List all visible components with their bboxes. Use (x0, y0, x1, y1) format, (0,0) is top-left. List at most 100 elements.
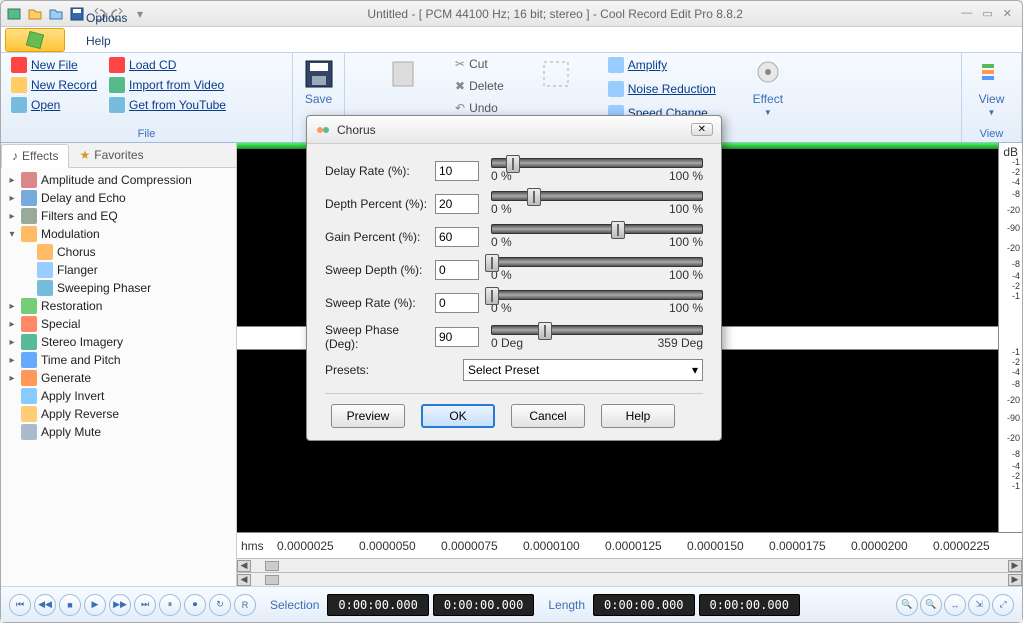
scroll-right-button-2[interactable]: ▶ (1008, 574, 1022, 586)
slider-knob[interactable] (527, 188, 541, 206)
minimize-button[interactable]: — (961, 7, 972, 20)
tree-flanger[interactable]: Flanger (1, 261, 236, 279)
tree-amplitude-and-compression[interactable]: ▸Amplitude and Compression (1, 171, 236, 189)
transport-play[interactable]: ▶ (84, 594, 106, 616)
edit-delete[interactable]: ✖Delete (453, 78, 506, 94)
slider-track[interactable] (491, 224, 703, 234)
dialog-close-button[interactable]: ✕ (691, 123, 713, 136)
maximize-button[interactable]: ▭ (982, 7, 992, 20)
param-input-3[interactable] (435, 260, 479, 280)
tree-toggle-icon[interactable]: ▸ (7, 355, 17, 366)
scroll-left-button-2[interactable]: ◀ (237, 574, 251, 586)
dialog-titlebar[interactable]: Chorus ✕ (307, 116, 721, 144)
transport-skip-start[interactable]: ⏮ (9, 594, 31, 616)
tree-apply-invert[interactable]: Apply Invert (1, 387, 236, 405)
slider-track[interactable] (491, 290, 703, 300)
tree-time-and-pitch[interactable]: ▸Time and Pitch (1, 351, 236, 369)
tree-stereo-imagery[interactable]: ▸Stereo Imagery (1, 333, 236, 351)
param-input-0[interactable] (435, 161, 479, 181)
transport-pause[interactable]: ⏸ (159, 594, 181, 616)
transport-record[interactable]: ⏺ (184, 594, 206, 616)
tree-apply-reverse[interactable]: Apply Reverse (1, 405, 236, 423)
file-get-from-youtube[interactable]: Get from YouTube (107, 96, 228, 114)
side-tab-favorites[interactable]: ★Favorites (69, 143, 153, 167)
scroll-left-button[interactable]: ◀ (237, 560, 251, 572)
tree-toggle-icon[interactable]: ▸ (7, 193, 17, 204)
side-tab-effects[interactable]: ♪Effects (1, 144, 69, 168)
tree-toggle-icon[interactable]: ▸ (7, 211, 17, 222)
tree-delay-and-echo[interactable]: ▸Delay and Echo (1, 189, 236, 207)
tree-toggle-icon[interactable]: ▸ (7, 175, 17, 186)
slider-track[interactable] (491, 191, 703, 201)
file-new-record[interactable]: New Record (9, 76, 99, 94)
edit-undo[interactable]: ↶Undo (453, 100, 506, 116)
cancel-button[interactable]: Cancel (511, 404, 585, 428)
tree-filters-and-eq[interactable]: ▸Filters and EQ (1, 207, 236, 225)
transport-forward[interactable]: ▶▶ (109, 594, 131, 616)
slider-track[interactable] (491, 158, 703, 168)
slider-knob[interactable] (506, 155, 520, 173)
file-import-from-video[interactable]: Import from Video (107, 76, 228, 94)
qat-open-icon[interactable] (26, 5, 44, 23)
scroll-right-button[interactable]: ▶ (1008, 560, 1022, 572)
file-open[interactable]: Open (9, 96, 99, 114)
tree-toggle-icon[interactable]: ▸ (7, 337, 17, 348)
tree-restoration[interactable]: ▸Restoration (1, 297, 236, 315)
tab-options[interactable]: Options (71, 6, 189, 29)
tree-toggle-icon[interactable]: ▸ (7, 373, 17, 384)
effect-dropdown-button[interactable]: Effect ▼ (748, 56, 788, 128)
param-slider-3[interactable]: 0 %100 % (491, 257, 703, 282)
param-slider-4[interactable]: 0 %100 % (491, 290, 703, 315)
tree-chorus[interactable]: Chorus (1, 243, 236, 261)
transport-skip-end[interactable]: ⏭ (134, 594, 156, 616)
tree-toggle-icon[interactable]: ▸ (7, 301, 17, 312)
transport-rewind[interactable]: ◀◀ (34, 594, 56, 616)
effect-amplify[interactable]: Amplify (606, 56, 718, 74)
view-button[interactable]: View ▼ (972, 56, 1012, 128)
slider-knob[interactable] (485, 254, 499, 272)
tree-apply-mute[interactable]: Apply Mute (1, 423, 236, 441)
scroll-thumb-2[interactable] (265, 575, 279, 585)
qat-icon-1[interactable] (5, 5, 23, 23)
horizontal-scrollbar-2[interactable]: ◀ ▶ (237, 572, 1022, 586)
tree-toggle-icon[interactable]: ▸ (7, 319, 17, 330)
app-orb-button[interactable] (5, 28, 65, 52)
zoom-full-button[interactable]: ⤢ (992, 594, 1014, 616)
slider-knob[interactable] (485, 287, 499, 305)
param-input-4[interactable] (435, 293, 479, 313)
param-input-5[interactable] (435, 327, 479, 347)
horizontal-scrollbar[interactable]: ◀ ▶ (237, 558, 1022, 572)
close-button[interactable]: ✕ (1003, 7, 1012, 20)
param-input-1[interactable] (435, 194, 479, 214)
param-slider-5[interactable]: 0 Deg359 Deg (491, 325, 703, 350)
param-slider-0[interactable]: 0 %100 % (491, 158, 703, 183)
slider-knob[interactable] (538, 322, 552, 340)
zoom-in-button[interactable]: 🔍 (896, 594, 918, 616)
param-slider-1[interactable]: 0 %100 % (491, 191, 703, 216)
tree-special[interactable]: ▸Special (1, 315, 236, 333)
zoom-out-button[interactable]: 🔍 (920, 594, 942, 616)
ok-button[interactable]: OK (421, 404, 495, 428)
file-new-file[interactable]: New File (9, 56, 99, 74)
slider-knob[interactable] (611, 221, 625, 239)
slider-track[interactable] (491, 257, 703, 267)
transport-stop[interactable]: ■ (59, 594, 81, 616)
tree-sweeping-phaser[interactable]: Sweeping Phaser (1, 279, 236, 297)
param-input-2[interactable] (435, 227, 479, 247)
slider-track[interactable] (491, 325, 703, 335)
file-load-cd[interactable]: Load CD (107, 56, 228, 74)
time-ruler[interactable]: hms 0.00000250.00000500.00000750.0000100… (237, 532, 1022, 558)
preset-select[interactable]: Select Preset ▾ (463, 359, 703, 381)
param-slider-2[interactable]: 0 %100 % (491, 224, 703, 249)
zoom-sel-button[interactable]: ⇲ (968, 594, 990, 616)
tree-toggle-icon[interactable]: ▾ (7, 229, 17, 240)
zoom-fit-button[interactable]: ↔ (944, 594, 966, 616)
help-button[interactable]: Help (601, 404, 675, 428)
edit-cut[interactable]: ✂Cut (453, 56, 506, 72)
tree-modulation[interactable]: ▾Modulation (1, 225, 236, 243)
effect-noise-reduction[interactable]: Noise Reduction (606, 80, 718, 98)
transport-r-button[interactable]: R (234, 594, 256, 616)
transport-loop[interactable]: ↻ (209, 594, 231, 616)
tab-help[interactable]: Help (71, 29, 189, 52)
preview-button[interactable]: Preview (331, 404, 405, 428)
